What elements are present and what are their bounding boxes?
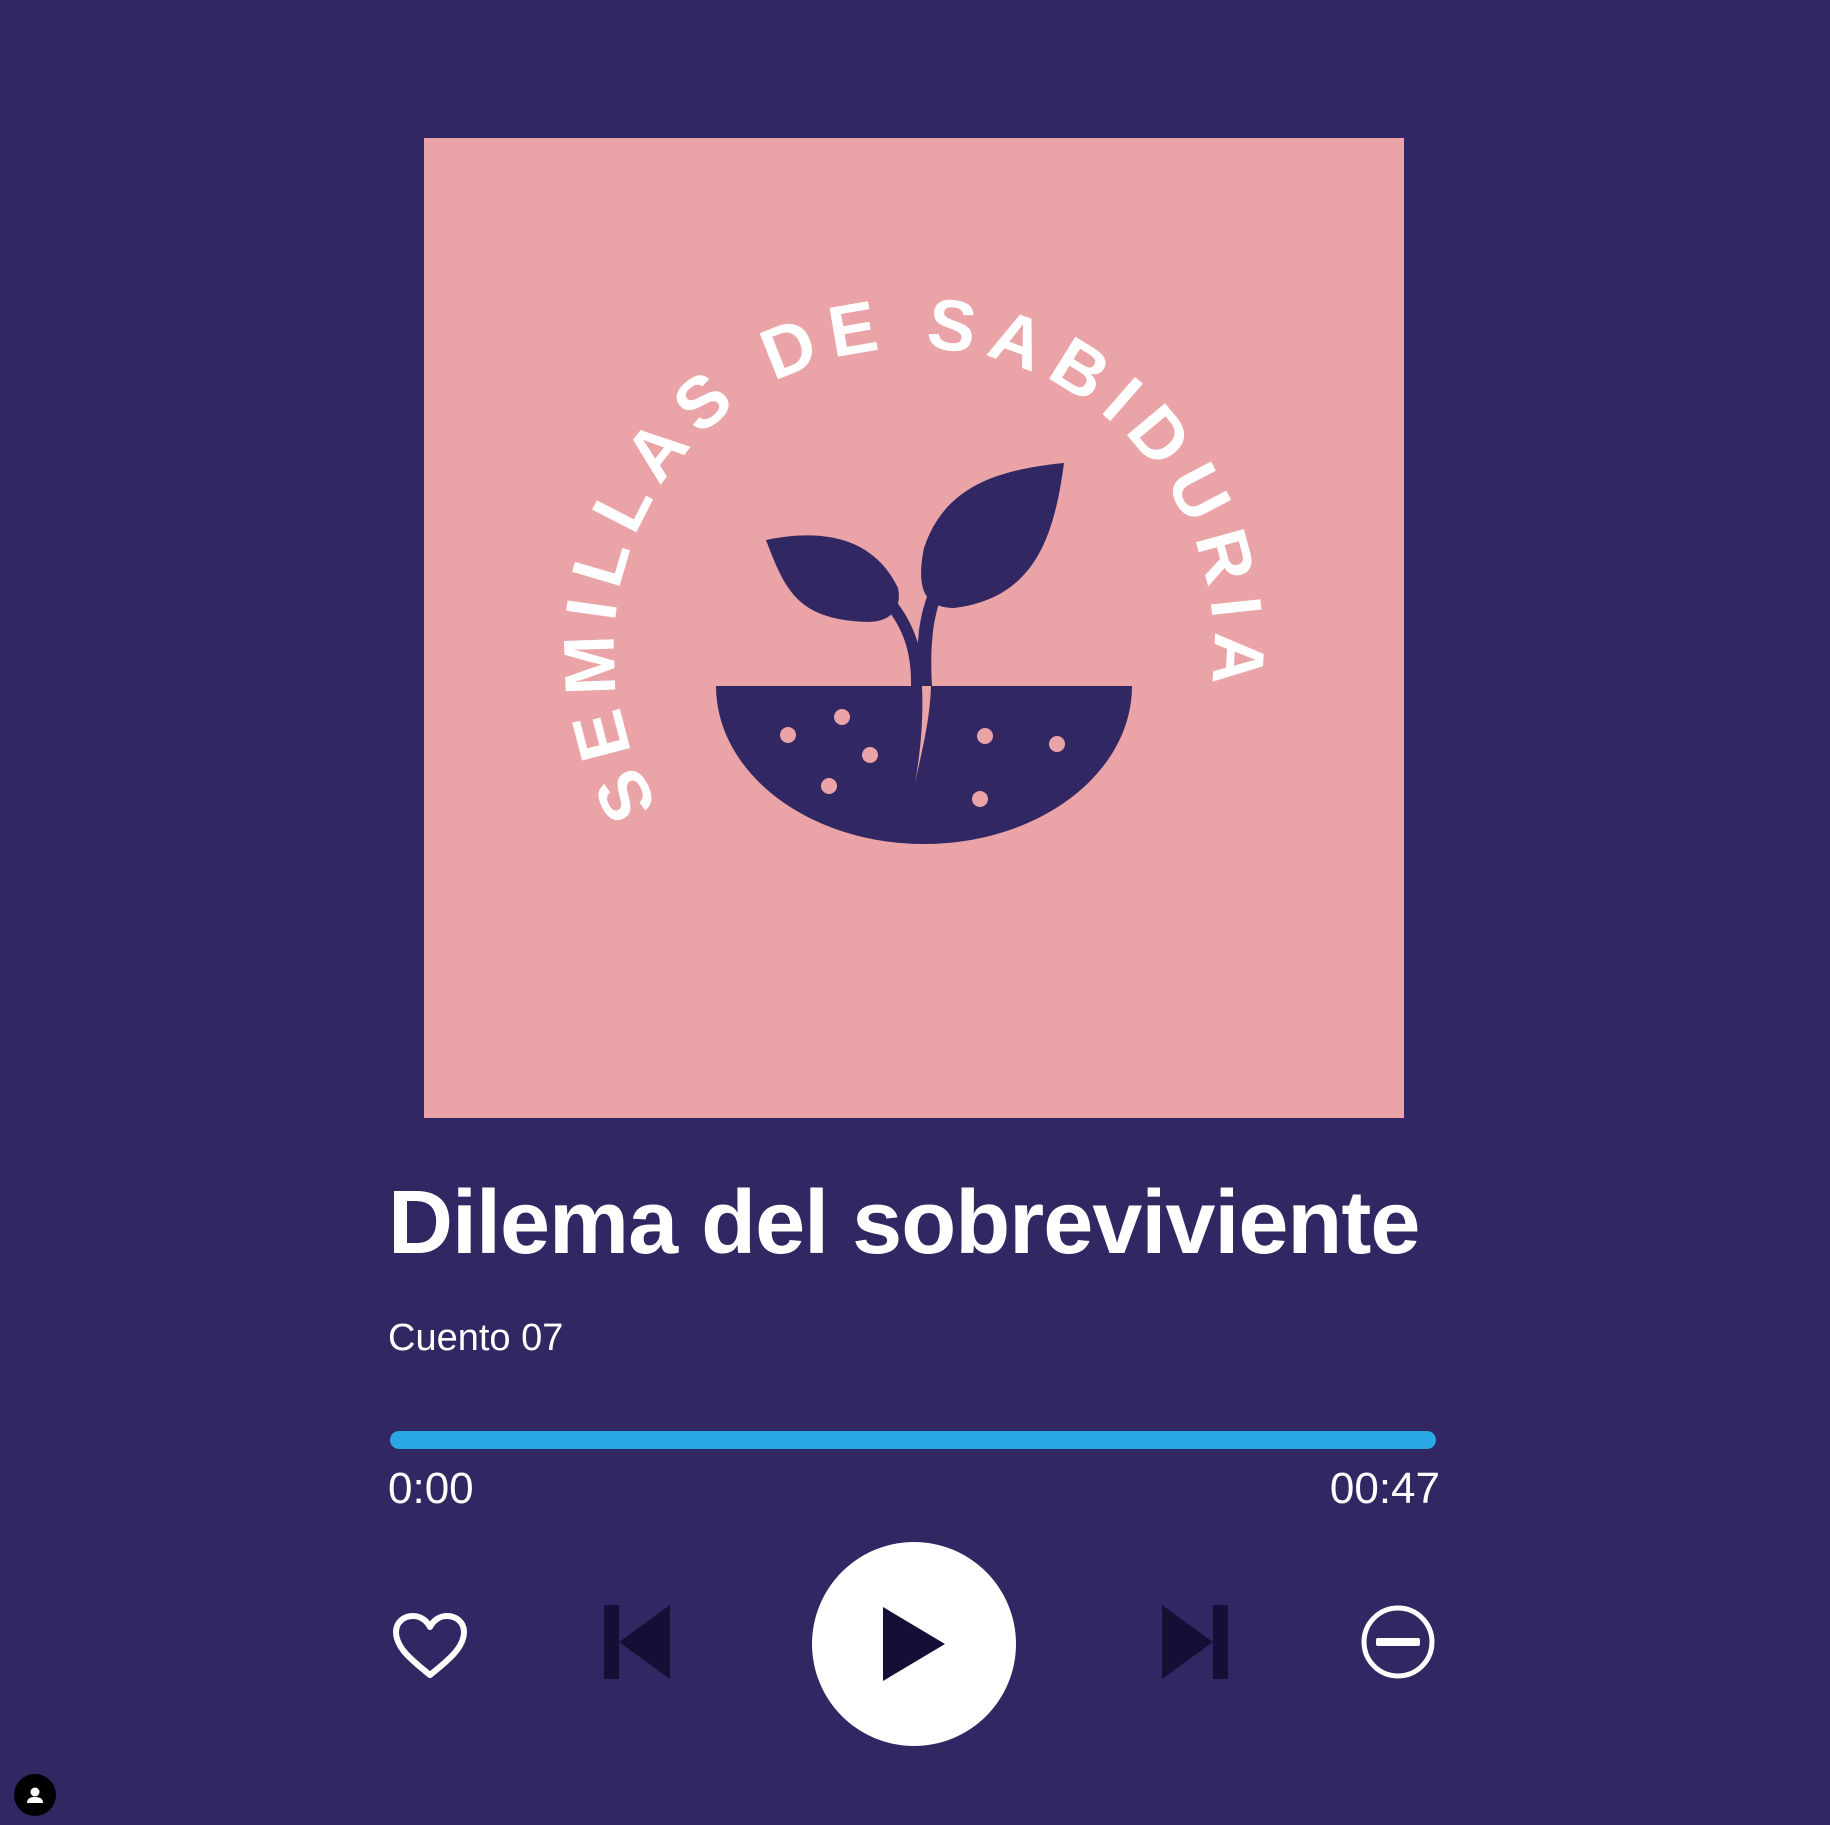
- progress-bar[interactable]: [390, 1431, 1436, 1449]
- person-icon: [27, 1787, 43, 1803]
- remove-button[interactable]: [1358, 1602, 1438, 1682]
- skip-next-icon: [1162, 1605, 1228, 1679]
- remove-circle-icon: [1361, 1605, 1435, 1679]
- elapsed-time: 0:00: [388, 1464, 474, 1513]
- track-subtitle: Cuento 07: [388, 1317, 564, 1359]
- previous-button[interactable]: [596, 1600, 676, 1684]
- play-icon: [883, 1607, 945, 1681]
- play-button[interactable]: [812, 1542, 1016, 1746]
- progress-fill: [390, 1431, 1436, 1449]
- track-title: Dilema del sobreviviente: [388, 1173, 1420, 1273]
- next-button[interactable]: [1156, 1600, 1236, 1684]
- heart-icon: [393, 1613, 467, 1678]
- skip-previous-icon: [604, 1605, 670, 1679]
- semillas-de-sabiduria-logo: SEMILLAS DE SABIDURIA: [549, 283, 1267, 844]
- avatar[interactable]: [14, 1774, 56, 1816]
- favorite-button[interactable]: [384, 1604, 476, 1688]
- total-duration: 00:47: [1329, 1464, 1440, 1513]
- album-cover: SEMILLAS DE SABIDURIA: [424, 138, 1404, 1118]
